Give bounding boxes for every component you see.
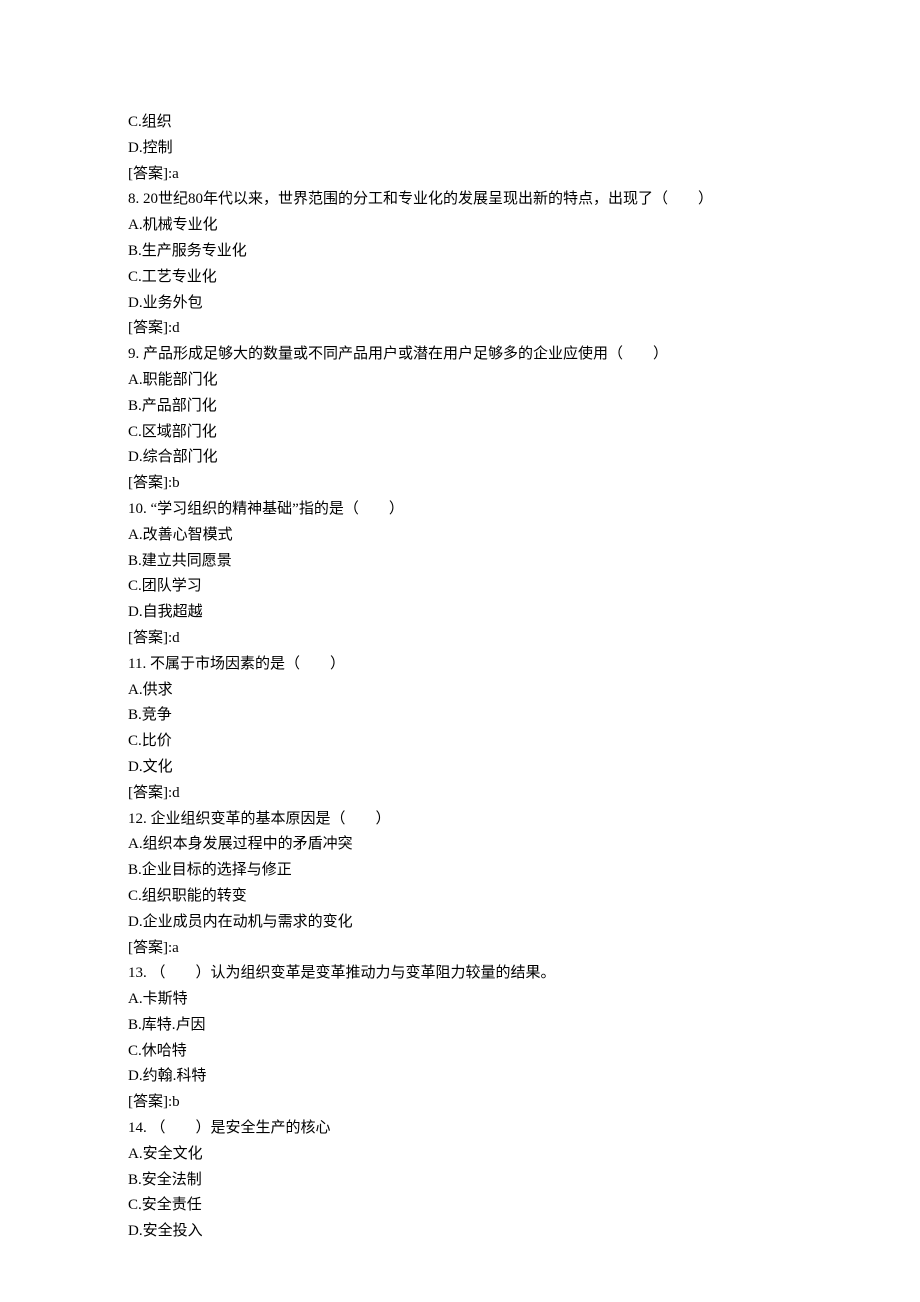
question-text: 产品形成足够大的数量或不同产品用户或潜在用户足够多的企业应使用（ ） bbox=[143, 346, 668, 362]
question-block-13: 13. （ ）认为组织变革是变革推动力与变革阻力较量的结果。 A.卡斯特 B.库… bbox=[128, 961, 920, 1116]
answer-label: [答案]: bbox=[128, 1094, 172, 1110]
option-c: C.工艺专业化 bbox=[128, 265, 920, 291]
option-b: B.生产服务专业化 bbox=[128, 239, 920, 265]
option-c: C.组织 bbox=[128, 110, 920, 136]
question-number: 11 bbox=[128, 656, 142, 672]
question-text: 20世纪80年代以来，世界范围的分工和专业化的发展呈现出新的特点，出现了（ ） bbox=[143, 191, 713, 207]
question-number: 8 bbox=[128, 191, 136, 207]
question-stem: 11. 不属于市场因素的是（ ） bbox=[128, 652, 920, 678]
question-block-12: 12. 企业组织变革的基本原因是（ ） A.组织本身发展过程中的矛盾冲突 B.企… bbox=[128, 807, 920, 962]
option-c: C.休哈特 bbox=[128, 1039, 920, 1065]
option-d: D.业务外包 bbox=[128, 291, 920, 317]
question-block-10: 10. “学习组织的精神基础”指的是（ ） A.改善心智模式 B.建立共同愿景 … bbox=[128, 497, 920, 652]
question-stem: 10. “学习组织的精神基础”指的是（ ） bbox=[128, 497, 920, 523]
option-b: B.产品部门化 bbox=[128, 394, 920, 420]
option-a: A.机械专业化 bbox=[128, 213, 920, 239]
answer-line: [答案]:a bbox=[128, 162, 920, 188]
question-text: “学习组织的精神基础”指的是（ ） bbox=[151, 501, 404, 517]
question-number: 10 bbox=[128, 501, 143, 517]
option-b: B.库特.卢因 bbox=[128, 1013, 920, 1039]
question-text: 不属于市场因素的是（ ） bbox=[150, 656, 345, 672]
question-block-11: 11. 不属于市场因素的是（ ） A.供求 B.竞争 C.比价 D.文化 [答案… bbox=[128, 652, 920, 807]
answer-line: [答案]:d bbox=[128, 626, 920, 652]
option-d: D.控制 bbox=[128, 136, 920, 162]
option-b: B.竞争 bbox=[128, 703, 920, 729]
answer-label: [答案]: bbox=[128, 320, 172, 336]
option-c: C.组织职能的转变 bbox=[128, 884, 920, 910]
option-d: D.安全投入 bbox=[128, 1219, 920, 1245]
question-number: 13 bbox=[128, 965, 143, 981]
document-body: C.组织 D.控制 [答案]:a 8. 20世纪80年代以来，世界范围的分工和专… bbox=[128, 110, 920, 1245]
question-text: （ ）认为组织变革是变革推动力与变革阻力较量的结果。 bbox=[151, 965, 556, 981]
option-c: C.区域部门化 bbox=[128, 420, 920, 446]
option-a: A.职能部门化 bbox=[128, 368, 920, 394]
option-d: D.自我超越 bbox=[128, 600, 920, 626]
question-stem: 14. （ ）是安全生产的核心 bbox=[128, 1116, 920, 1142]
answer-line: [答案]:b bbox=[128, 471, 920, 497]
question-block-14: 14. （ ）是安全生产的核心 A.安全文化 B.安全法制 C.安全责任 D.安… bbox=[128, 1116, 920, 1245]
option-c: C.团队学习 bbox=[128, 574, 920, 600]
question-block-9: 9. 产品形成足够大的数量或不同产品用户或潜在用户足够多的企业应使用（ ） A.… bbox=[128, 342, 920, 497]
question-block-8: 8. 20世纪80年代以来，世界范围的分工和专业化的发展呈现出新的特点，出现了（… bbox=[128, 187, 920, 342]
option-c: C.比价 bbox=[128, 729, 920, 755]
answer-label: [答案]: bbox=[128, 785, 172, 801]
answer-value: b bbox=[172, 475, 180, 491]
option-b: B.建立共同愿景 bbox=[128, 549, 920, 575]
question-number: 12 bbox=[128, 811, 143, 827]
option-c: C.安全责任 bbox=[128, 1193, 920, 1219]
option-d: D.约翰.科特 bbox=[128, 1064, 920, 1090]
option-b: B.企业目标的选择与修正 bbox=[128, 858, 920, 884]
answer-line: [答案]:d bbox=[128, 781, 920, 807]
answer-value: d bbox=[172, 320, 180, 336]
option-d: D.综合部门化 bbox=[128, 445, 920, 471]
question-stem: 12. 企业组织变革的基本原因是（ ） bbox=[128, 807, 920, 833]
option-d: D.文化 bbox=[128, 755, 920, 781]
option-b: B.安全法制 bbox=[128, 1168, 920, 1194]
answer-value: d bbox=[172, 630, 180, 646]
question-text: （ ）是安全生产的核心 bbox=[151, 1120, 331, 1136]
question-number: 14 bbox=[128, 1120, 143, 1136]
answer-value: b bbox=[172, 1094, 180, 1110]
question-stem: 13. （ ）认为组织变革是变革推动力与变革阻力较量的结果。 bbox=[128, 961, 920, 987]
option-a: A.供求 bbox=[128, 678, 920, 704]
question-stem: 8. 20世纪80年代以来，世界范围的分工和专业化的发展呈现出新的特点，出现了（… bbox=[128, 187, 920, 213]
answer-label: [答案]: bbox=[128, 475, 172, 491]
answer-label: [答案]: bbox=[128, 166, 172, 182]
question-number: 9 bbox=[128, 346, 136, 362]
option-d: D.企业成员内在动机与需求的变化 bbox=[128, 910, 920, 936]
answer-value: a bbox=[172, 166, 179, 182]
option-a: A.卡斯特 bbox=[128, 987, 920, 1013]
answer-value: d bbox=[172, 785, 180, 801]
option-a: A.安全文化 bbox=[128, 1142, 920, 1168]
answer-line: [答案]:a bbox=[128, 936, 920, 962]
question-text: 企业组织变革的基本原因是（ ） bbox=[151, 811, 391, 827]
answer-line: [答案]:b bbox=[128, 1090, 920, 1116]
answer-label: [答案]: bbox=[128, 940, 172, 956]
option-a: A.组织本身发展过程中的矛盾冲突 bbox=[128, 832, 920, 858]
answer-line: [答案]:d bbox=[128, 316, 920, 342]
answer-value: a bbox=[172, 940, 179, 956]
answer-label: [答案]: bbox=[128, 630, 172, 646]
option-a: A.改善心智模式 bbox=[128, 523, 920, 549]
question-stem: 9. 产品形成足够大的数量或不同产品用户或潜在用户足够多的企业应使用（ ） bbox=[128, 342, 920, 368]
